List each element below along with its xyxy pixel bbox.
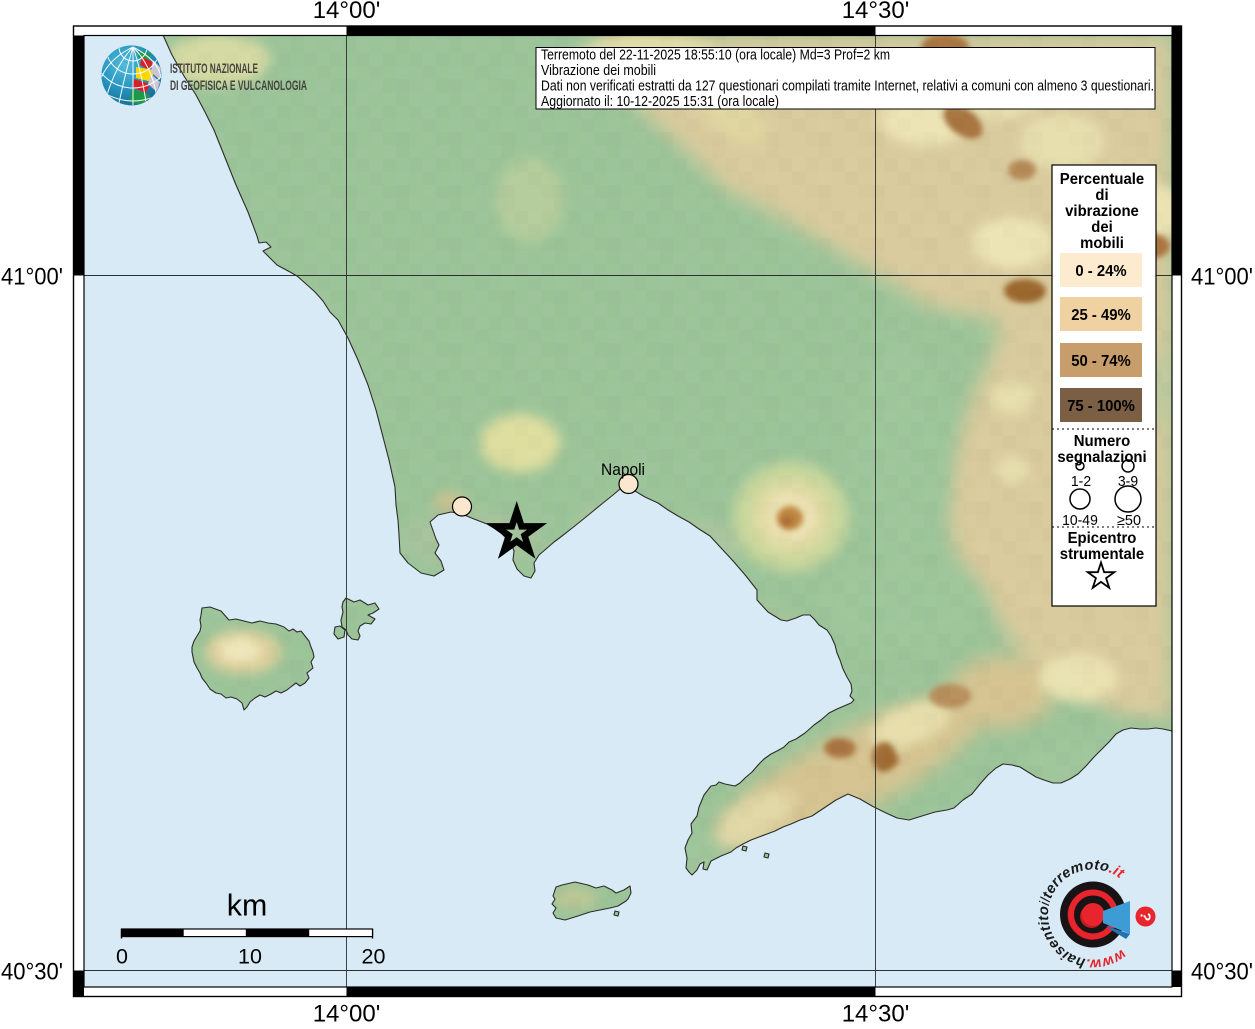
svg-text:Aggiornato il: 10-12-2025 15:3: Aggiornato il: 10-12-2025 15:31 (ora loc… [541, 93, 779, 110]
svg-text:75 - 100%: 75 - 100% [1067, 398, 1135, 415]
svg-text:41°00': 41°00' [1191, 264, 1253, 291]
svg-text:vibrazione: vibrazione [1065, 203, 1139, 220]
svg-text:14°00': 14°00' [313, 0, 381, 24]
svg-text:0: 0 [116, 945, 128, 969]
svg-text:25 - 49%: 25 - 49% [1071, 307, 1131, 324]
svg-text:mobili: mobili [1080, 235, 1124, 252]
svg-text:dei: dei [1091, 219, 1113, 236]
svg-text:10: 10 [238, 945, 262, 969]
svg-text:Percentuale: Percentuale [1060, 171, 1144, 188]
svg-text:41°00': 41°00' [1, 264, 63, 291]
svg-text:km: km [227, 888, 268, 923]
svg-text:40°30': 40°30' [1, 959, 63, 986]
svg-text:Numero: Numero [1074, 433, 1131, 450]
svg-text:10-49: 10-49 [1062, 512, 1098, 529]
svg-text:DI GEOFISICA E VULCANOLOGIA: DI GEOFISICA E VULCANOLOGIA [170, 77, 307, 93]
svg-text:1-2: 1-2 [1071, 473, 1091, 490]
svg-text:ISTITUTO NAZIONALE: ISTITUTO NAZIONALE [170, 60, 258, 76]
svg-text:14°30': 14°30' [842, 1001, 910, 1025]
svg-text:strumentale: strumentale [1060, 546, 1144, 563]
svg-text:14°30': 14°30' [842, 0, 910, 24]
svg-text:40°30': 40°30' [1191, 959, 1253, 986]
svg-text:0 - 24%: 0 - 24% [1075, 263, 1126, 280]
svg-text:≥50: ≥50 [1117, 512, 1141, 529]
svg-text:Epicentro: Epicentro [1068, 530, 1137, 547]
svg-text:Terremoto del 22-11-2025 18:55: Terremoto del 22-11-2025 18:55:10 (ora l… [541, 47, 890, 64]
svg-text:Napoli: Napoli [601, 460, 645, 479]
svg-text:20: 20 [362, 945, 386, 969]
svg-text:50 - 74%: 50 - 74% [1071, 353, 1131, 370]
svg-text:Dati non verificati estratti d: Dati non verificati estratti da 127 ques… [541, 78, 1154, 95]
svg-text:14°00': 14°00' [313, 1001, 381, 1025]
svg-text:Vibrazione dei mobili: Vibrazione dei mobili [541, 62, 656, 79]
svg-text:di: di [1095, 187, 1108, 204]
